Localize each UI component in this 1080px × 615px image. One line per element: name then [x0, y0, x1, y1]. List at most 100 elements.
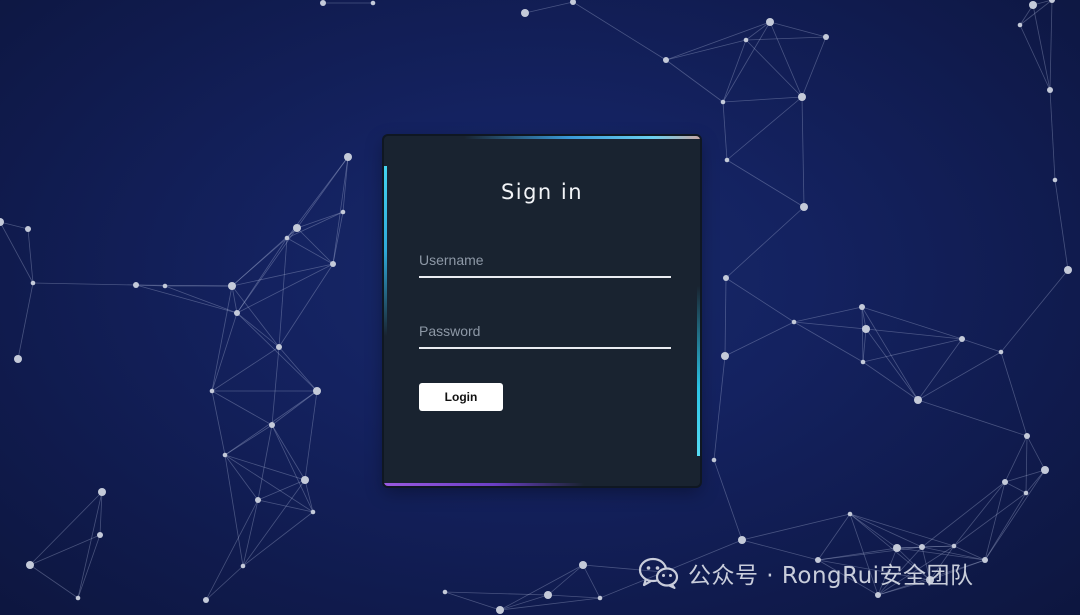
- network-link: [224, 454, 306, 481]
- network-link: [741, 513, 851, 541]
- network-link: [722, 21, 771, 103]
- network-link: [861, 306, 864, 363]
- network-link: [224, 454, 244, 567]
- network-node: [97, 532, 103, 538]
- network-link: [236, 312, 280, 348]
- network-node: [496, 606, 504, 614]
- network-node: [723, 275, 729, 281]
- network-node: [14, 355, 22, 363]
- glow-edge-bottom: [384, 483, 584, 486]
- network-link: [224, 424, 273, 456]
- network-link: [726, 159, 805, 208]
- network-node: [269, 422, 275, 428]
- network-link: [1000, 351, 1028, 437]
- network-node: [859, 304, 865, 310]
- network-node: [133, 282, 139, 288]
- network-link: [722, 39, 747, 103]
- network-link: [917, 351, 1002, 401]
- network-link: [77, 534, 101, 599]
- network-link: [862, 328, 867, 363]
- network-node: [823, 34, 829, 40]
- network-link: [849, 513, 923, 548]
- username-input[interactable]: [419, 246, 671, 274]
- network-node: [998, 349, 1004, 355]
- network-link: [745, 36, 827, 41]
- network-link: [286, 237, 334, 265]
- network-link: [296, 227, 334, 265]
- network-link: [32, 282, 137, 286]
- network-link: [211, 346, 280, 392]
- network-node: [320, 0, 326, 6]
- watermark: 公众号 · RongRui安全团队: [638, 555, 974, 591]
- network-node: [1017, 22, 1023, 28]
- network-link: [713, 459, 743, 541]
- network-node: [240, 563, 246, 569]
- network-node: [284, 235, 290, 241]
- network-link: [205, 565, 244, 601]
- network-link: [1004, 435, 1028, 483]
- network-node: [313, 387, 321, 395]
- wechat-icon: [638, 556, 680, 590]
- network-node: [766, 18, 774, 26]
- network-link: [1019, 24, 1051, 91]
- network-node: [914, 396, 922, 404]
- network-node: [1064, 266, 1072, 274]
- network-link: [1025, 469, 1046, 494]
- network-link: [572, 1, 667, 61]
- network-link: [984, 469, 1046, 561]
- network-node: [720, 99, 726, 105]
- password-input[interactable]: [419, 317, 671, 345]
- network-link: [332, 156, 349, 265]
- network-node: [1024, 433, 1030, 439]
- network-node: [370, 0, 376, 6]
- network-link: [1026, 435, 1046, 471]
- network-link: [801, 36, 827, 98]
- network-node: [663, 57, 669, 63]
- network-link: [984, 492, 1027, 561]
- network-link: [278, 237, 288, 348]
- network-link: [524, 1, 574, 14]
- network-node: [597, 595, 603, 601]
- network-link: [547, 564, 584, 596]
- network-link: [444, 591, 501, 611]
- network-node: [30, 280, 36, 286]
- network-link: [211, 390, 273, 426]
- network-node: [330, 261, 336, 267]
- network-link: [665, 59, 724, 103]
- watermark-text: 公众号 · RongRui安全团队: [688, 563, 974, 589]
- network-link: [29, 534, 101, 566]
- network-node: [301, 476, 309, 484]
- login-button[interactable]: Login: [419, 383, 503, 411]
- network-node: [276, 344, 282, 350]
- network-node: [209, 388, 215, 394]
- network-link: [236, 312, 318, 392]
- network-node: [310, 509, 316, 515]
- network-link: [665, 21, 771, 61]
- network-node: [893, 544, 901, 552]
- network-link: [499, 597, 601, 611]
- network-node: [798, 93, 806, 101]
- network-link: [917, 399, 1028, 437]
- network-link: [862, 361, 919, 401]
- network-link: [29, 564, 79, 599]
- network-node: [1052, 177, 1058, 183]
- network-node: [521, 9, 529, 17]
- network-link: [1032, 4, 1051, 91]
- glow-edge-top: [464, 136, 700, 139]
- glow-edge-right: [697, 286, 700, 456]
- network-node: [442, 589, 448, 595]
- network-node: [344, 153, 352, 161]
- network-link: [278, 263, 334, 348]
- network-node: [1002, 479, 1008, 485]
- network-link: [921, 545, 955, 548]
- network-node: [75, 595, 81, 601]
- network-link: [665, 39, 747, 61]
- network-node: [544, 591, 552, 599]
- network-link: [801, 96, 805, 208]
- network-link: [236, 227, 298, 314]
- network-link: [917, 338, 963, 401]
- network-link: [257, 424, 273, 501]
- network-link: [849, 513, 955, 547]
- login-box: Sign in Login: [384, 136, 700, 486]
- network-node: [1029, 1, 1037, 9]
